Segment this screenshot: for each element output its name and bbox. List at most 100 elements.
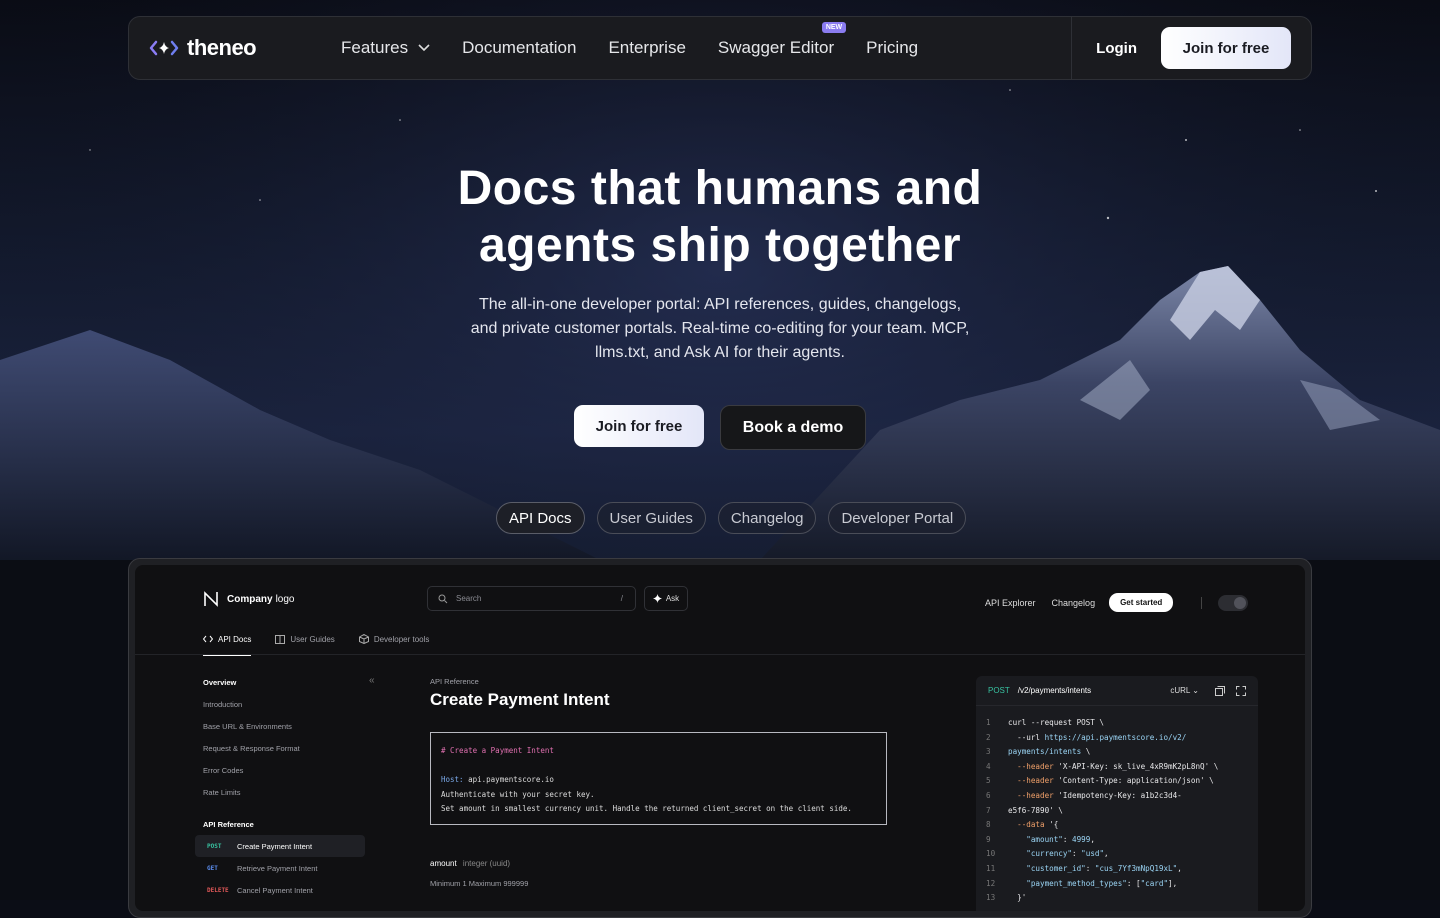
hero-title-line2: agents ship together (478, 219, 962, 272)
line-number: 8 (986, 820, 991, 830)
code-token: , (1104, 849, 1109, 859)
code-token: curl --request POST \ (1008, 718, 1105, 727)
join-free-hero-button[interactable]: Join for free (574, 405, 704, 447)
doc-tab-developer-tools[interactable]: Developer tools (358, 628, 430, 650)
description-code-block: # Create a Payment Intent Host: api.paym… (430, 732, 887, 825)
code-line: 8 --data '{ (986, 818, 1258, 833)
nav-features-label: Features (341, 38, 409, 57)
code-line: Set amount in smallest currency unit. Ha… (441, 804, 852, 813)
theme-toggle[interactable] (1218, 594, 1249, 611)
tab-changelog[interactable]: Changelog (717, 502, 817, 534)
code-token: e5f6-7890' \ (1008, 805, 1063, 815)
sidebar-item-rate-limits[interactable]: Rate Limits (195, 781, 365, 803)
book-demo-button[interactable]: Book a demo (720, 405, 866, 450)
doc-tab-developer-tools-label: Developer tools (373, 634, 430, 644)
login-link[interactable]: Login (1096, 40, 1137, 57)
line-number: 10 (986, 849, 996, 859)
doc-tab-user-guides[interactable]: User Guides (275, 628, 335, 650)
code-token: "payment_method_types" (1008, 878, 1127, 888)
field-constraints: Minimum 1 Maximum 999999 (430, 879, 529, 888)
code-token: "customer_id" (1008, 863, 1086, 873)
code-line: 1 curl --request POST \ (986, 716, 1258, 731)
nav-enterprise[interactable]: Enterprise (608, 38, 685, 58)
line-number: 2 (986, 732, 991, 742)
nav-documentation[interactable]: Documentation (462, 38, 576, 58)
chevron-down-icon: ⌄ (1192, 686, 1199, 695)
sidebar-api-reference[interactable]: API Reference (195, 813, 365, 835)
sidebar-item-introduction[interactable]: Introduction (195, 693, 365, 715)
code-line: 11 "customer_id": "cus_7Yf3mNpQ19xL", (986, 862, 1258, 877)
language-select[interactable]: cURL ⌄ (1170, 686, 1199, 695)
tab-user-guides[interactable]: User Guides (596, 502, 706, 534)
nav-pricing[interactable]: Pricing (866, 38, 918, 58)
hero-title: Docs that humans and agents ship togethe… (0, 160, 1440, 274)
sidebar-endpoint-create[interactable]: POST Create Payment Intent (195, 835, 365, 857)
endpoint-label: Retrieve Payment Intent (237, 863, 318, 873)
field-name: amount (430, 859, 457, 868)
company-logo-light: logo (275, 593, 295, 605)
chevron-down-icon (418, 44, 430, 52)
hero-subtitle: The all-in-one developer portal: API ref… (470, 296, 970, 361)
join-free-nav-button[interactable]: Join for free (1161, 27, 1291, 69)
ask-label: Ask (665, 594, 680, 603)
preview-search-input[interactable]: Search / (427, 586, 636, 611)
code-token: "amount" (1008, 834, 1063, 844)
code-token: 'Idempotency-Key: a1b2c3d4- (1053, 790, 1182, 800)
code-sample-panel: POST /v2/payments/intents cURL ⌄ 1 curl -… (976, 676, 1258, 911)
tab-developer-portal[interactable]: Developer Portal (828, 502, 967, 534)
code-token: "card" (1140, 878, 1169, 888)
preview-header: Company logo Search / Ask API Explorer Ch… (135, 565, 1305, 656)
company-logo[interactable]: Company logo (203, 591, 294, 607)
api-explorer-link[interactable]: API Explorer (985, 598, 1036, 608)
code-line: 6 --header 'Idempotency-Key: a1b2c3d4- (986, 789, 1258, 804)
sidebar-item-error-codes[interactable]: Error Codes (195, 759, 365, 781)
nav-swagger-editor[interactable]: Swagger Editor NEW (717, 22, 847, 58)
n-logo-icon (204, 591, 218, 607)
code-token: '{ (1044, 820, 1059, 830)
code-token: ], (1168, 878, 1178, 888)
company-logo-bold: Company (227, 593, 273, 605)
code-line: 10 "currency": "usd", (986, 847, 1258, 862)
new-badge: NEW (821, 22, 847, 33)
brand-name: theneo (187, 35, 257, 60)
divider (1201, 596, 1203, 609)
code-token: : [ (1126, 878, 1141, 888)
top-navigation: theneo Features Documentation Enterprise… (128, 16, 1312, 80)
collapse-sidebar-icon[interactable]: « (369, 675, 375, 686)
sidebar-endpoint-cancel[interactable]: DELETE Cancel Payment Intent (195, 879, 365, 901)
sidebar-item-base-url[interactable]: Base URL & Environments (195, 715, 365, 737)
moon-icon (1234, 596, 1247, 609)
sidebar-overview[interactable]: Overview (195, 671, 365, 693)
sidebar-item-request-response[interactable]: Request & Response Format (195, 737, 365, 759)
code-line: 12 "payment_method_types": ["card"], (986, 877, 1258, 892)
code-line: Authenticate with your secret key. (441, 789, 595, 799)
panel-method: POST (988, 686, 1010, 695)
get-started-button[interactable]: Get started (1109, 593, 1174, 612)
nav-features[interactable]: Features (341, 38, 430, 58)
doc-tab-api-docs[interactable]: API Docs (203, 628, 252, 656)
ask-button[interactable]: Ask (644, 586, 688, 611)
brand-logo[interactable]: theneo (149, 35, 297, 61)
copy-icon[interactable] (1215, 685, 1225, 696)
code-host-key: Host: (441, 775, 464, 784)
code-token: --url (1008, 732, 1045, 742)
field-row: amount integer (uuid) (430, 859, 890, 868)
sidebar-endpoint-retrieve[interactable]: GET Retrieve Payment Intent (195, 857, 365, 879)
code-token: --header (1008, 776, 1054, 786)
code-line: 2 --url https://api.paymentscore.io/v2/ (986, 731, 1258, 746)
changelog-link[interactable]: Changelog (1052, 598, 1096, 608)
code-line: 5 --header 'Content-Type: application/js… (986, 774, 1258, 789)
code-host-value: api.paymentscore.io (463, 775, 554, 784)
code-token: --header (1008, 790, 1054, 800)
line-number: 11 (986, 863, 996, 873)
tab-api-docs[interactable]: API Docs (496, 502, 585, 534)
preview-sidebar: Overview Introduction Base URL & Environ… (195, 671, 365, 901)
expand-icon[interactable] (1236, 685, 1246, 696)
code-token: --header (1008, 761, 1054, 771)
code-token: : (1085, 863, 1095, 873)
search-shortcut: / (620, 594, 623, 603)
line-number: 3 (986, 747, 991, 757)
code-token: , (1090, 834, 1095, 844)
nav-swagger-label: Swagger Editor (717, 38, 835, 57)
search-placeholder: Search (456, 594, 482, 603)
